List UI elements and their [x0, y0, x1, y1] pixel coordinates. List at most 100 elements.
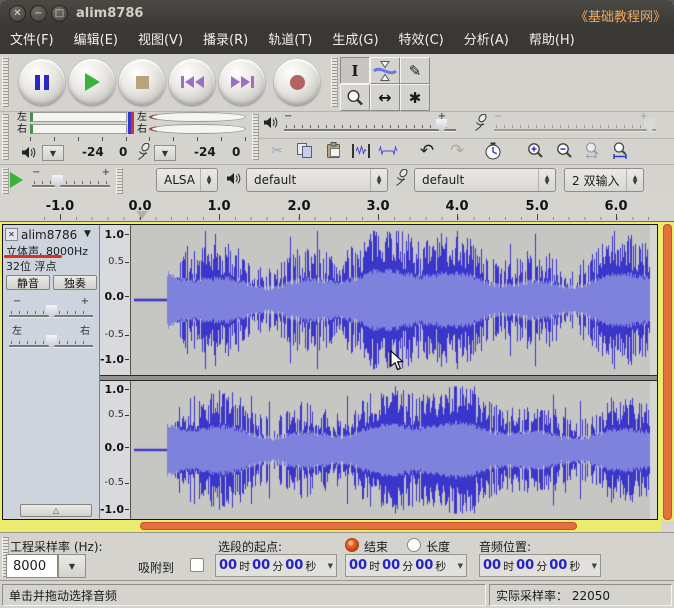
- menu-item-effect[interactable]: 特效(C): [389, 28, 454, 54]
- zoom-out-button[interactable]: [551, 139, 577, 162]
- fit-project-icon: [612, 142, 627, 159]
- transport-toolbar-grip[interactable]: [2, 57, 9, 107]
- play-at-speed-button[interactable]: [10, 172, 23, 188]
- playback-meter-bar-left[interactable]: [30, 112, 127, 122]
- undo-button[interactable]: ↶: [414, 139, 440, 162]
- device-toolbar-grip[interactable]: [116, 168, 123, 194]
- tools-toolbar-grip[interactable]: [331, 57, 338, 107]
- transcription-toolbar-grip[interactable]: [2, 168, 9, 194]
- undo-icon: ↶: [419, 140, 435, 161]
- redo-button[interactable]: ↷: [444, 139, 470, 162]
- playback-meter-scale-max: 0: [119, 145, 128, 159]
- radio-end-label[interactable]: 结束: [364, 538, 388, 555]
- solo-button[interactable]: 独奏: [53, 275, 97, 290]
- window-maximize-button[interactable]: □: [51, 5, 68, 22]
- skip-to-end-button[interactable]: [219, 59, 265, 105]
- timeshift-tool-button[interactable]: ↔: [370, 84, 400, 111]
- stop-button[interactable]: [119, 59, 165, 105]
- cut-icon: ✂: [271, 142, 283, 159]
- envelope-tool-icon: [373, 60, 397, 81]
- dropdown-icon: ▼: [161, 148, 169, 158]
- input-channels-select[interactable]: 2 双输入 ▲ ▼: [564, 168, 644, 192]
- timeline-label: 4.0: [445, 199, 469, 214]
- paste-button[interactable]: [320, 139, 346, 162]
- fit-project-button[interactable]: [607, 139, 633, 162]
- waveform-channel-right[interactable]: [131, 381, 657, 519]
- input-volume-mic-icon: [475, 114, 487, 131]
- menu-item-edit[interactable]: 编辑(E): [64, 28, 128, 54]
- input-channels-value: 2 双输入: [572, 173, 620, 188]
- selection-end-time-field[interactable]: 00 时 00 分 00 秒 ▼: [345, 554, 467, 577]
- zoom-in-icon: [527, 143, 543, 158]
- audio-host-select[interactable]: ALSA ▲ ▼: [156, 168, 218, 192]
- record-button[interactable]: [274, 59, 320, 105]
- radio-end[interactable]: [345, 538, 359, 552]
- menu-item-transport[interactable]: 播录(R): [193, 28, 258, 54]
- mixer-toolbar-grip[interactable]: [252, 114, 259, 160]
- recording-meter-dropdown[interactable]: ▼: [154, 145, 176, 161]
- toolbar-divider-2: [0, 164, 674, 165]
- cut-button[interactable]: ✂: [264, 139, 290, 162]
- dropdown-icon: ▼: [49, 148, 57, 158]
- playback-meter-bar-right[interactable]: [30, 124, 127, 134]
- window-close-button[interactable]: ✕: [9, 5, 26, 22]
- menu-item-view[interactable]: 视图(V): [128, 28, 193, 54]
- spinner-icon: ▲ ▼: [538, 169, 555, 191]
- timeline-ruler[interactable]: -1.0 0.0 1.0 2.0 3.0 4.0 5.0 6.0: [0, 196, 674, 222]
- input-volume-slider: − +: [494, 112, 662, 136]
- input-device-mic-icon: [396, 169, 408, 186]
- vertical-scrollbar[interactable]: [663, 224, 672, 520]
- paste-icon: [326, 142, 340, 158]
- radio-length-label[interactable]: 长度: [426, 538, 450, 555]
- horizontal-scrollbar-thumb[interactable]: [140, 522, 577, 530]
- audacity-window: ✕ − □ alim8786 《基础教程网》 文件(F) 编辑(E) 视图(V)…: [0, 0, 674, 608]
- zoom-in-button[interactable]: [522, 139, 548, 162]
- recording-meter-scale-max: 0: [232, 145, 241, 159]
- gain-plus-mark: +: [80, 296, 89, 307]
- track-close-button[interactable]: ✕: [5, 228, 18, 241]
- track-menu-dropdown-icon[interactable]: ▼: [84, 229, 91, 239]
- ruler-label: -0.5: [104, 477, 124, 488]
- draw-tool-button[interactable]: ✎: [400, 57, 430, 84]
- zoom-tool-button[interactable]: [340, 84, 370, 111]
- timeline-label: 5.0: [525, 199, 549, 214]
- output-device-select[interactable]: default ▲ ▼: [246, 168, 388, 192]
- silence-audio-button[interactable]: [375, 139, 401, 162]
- recording-meter-bar-left[interactable]: [149, 112, 246, 122]
- radio-length[interactable]: [407, 538, 421, 552]
- fit-selection-button[interactable]: [579, 139, 605, 162]
- speed-minus-mark: −: [32, 167, 41, 178]
- menu-item-file[interactable]: 文件(F): [0, 28, 64, 54]
- copy-button[interactable]: [292, 139, 318, 162]
- menu-item-analyze[interactable]: 分析(A): [454, 28, 519, 54]
- recording-meter-bar-right[interactable]: [149, 124, 246, 134]
- window-minimize-button[interactable]: −: [30, 5, 47, 22]
- snap-to-checkbox[interactable]: [190, 558, 204, 572]
- timer-button[interactable]: [480, 139, 506, 162]
- pause-button[interactable]: [19, 59, 65, 105]
- trim-audio-button[interactable]: [348, 139, 374, 162]
- playback-meter-scale-min: -24: [82, 145, 104, 159]
- mute-button[interactable]: 静音: [6, 275, 50, 290]
- ruler-label: 1.0: [104, 383, 125, 396]
- collapse-track-button[interactable]: △: [20, 504, 92, 517]
- title-bar[interactable]: ✕ − □ alim8786 《基础教程网》: [0, 0, 674, 28]
- play-button[interactable]: [69, 59, 115, 105]
- meter-toolbar-grip[interactable]: [2, 114, 9, 160]
- project-rate-dropdown[interactable]: ▼: [58, 554, 86, 578]
- envelope-tool-button[interactable]: [370, 57, 400, 84]
- track-name[interactable]: alim8786: [21, 228, 77, 242]
- vertical-ruler[interactable]: 1.0 0.5 0.0 -0.5 -1.0 1.0 0.5 0.0 -0.5 -…: [100, 225, 131, 519]
- menu-item-generate[interactable]: 生成(G): [322, 28, 388, 54]
- menu-item-help[interactable]: 帮助(H): [519, 28, 585, 54]
- menu-item-tracks[interactable]: 轨道(T): [258, 28, 322, 54]
- status-bar: 单击并拖动选择音频 实际采样率： 22050: [0, 580, 674, 608]
- audio-position-time-field[interactable]: 00 时 00 分 00 秒 ▼: [479, 554, 601, 577]
- input-device-select[interactable]: default ▲ ▼: [414, 168, 556, 192]
- selection-start-time-field[interactable]: 00 时 00 分 00 秒 ▼: [215, 554, 337, 577]
- project-rate-value[interactable]: 8000: [6, 554, 58, 578]
- skip-to-start-button[interactable]: [169, 59, 215, 105]
- multi-tool-button[interactable]: ✱: [400, 84, 430, 111]
- selection-tool-button[interactable]: I: [340, 57, 370, 84]
- playback-meter-dropdown[interactable]: ▼: [42, 145, 64, 161]
